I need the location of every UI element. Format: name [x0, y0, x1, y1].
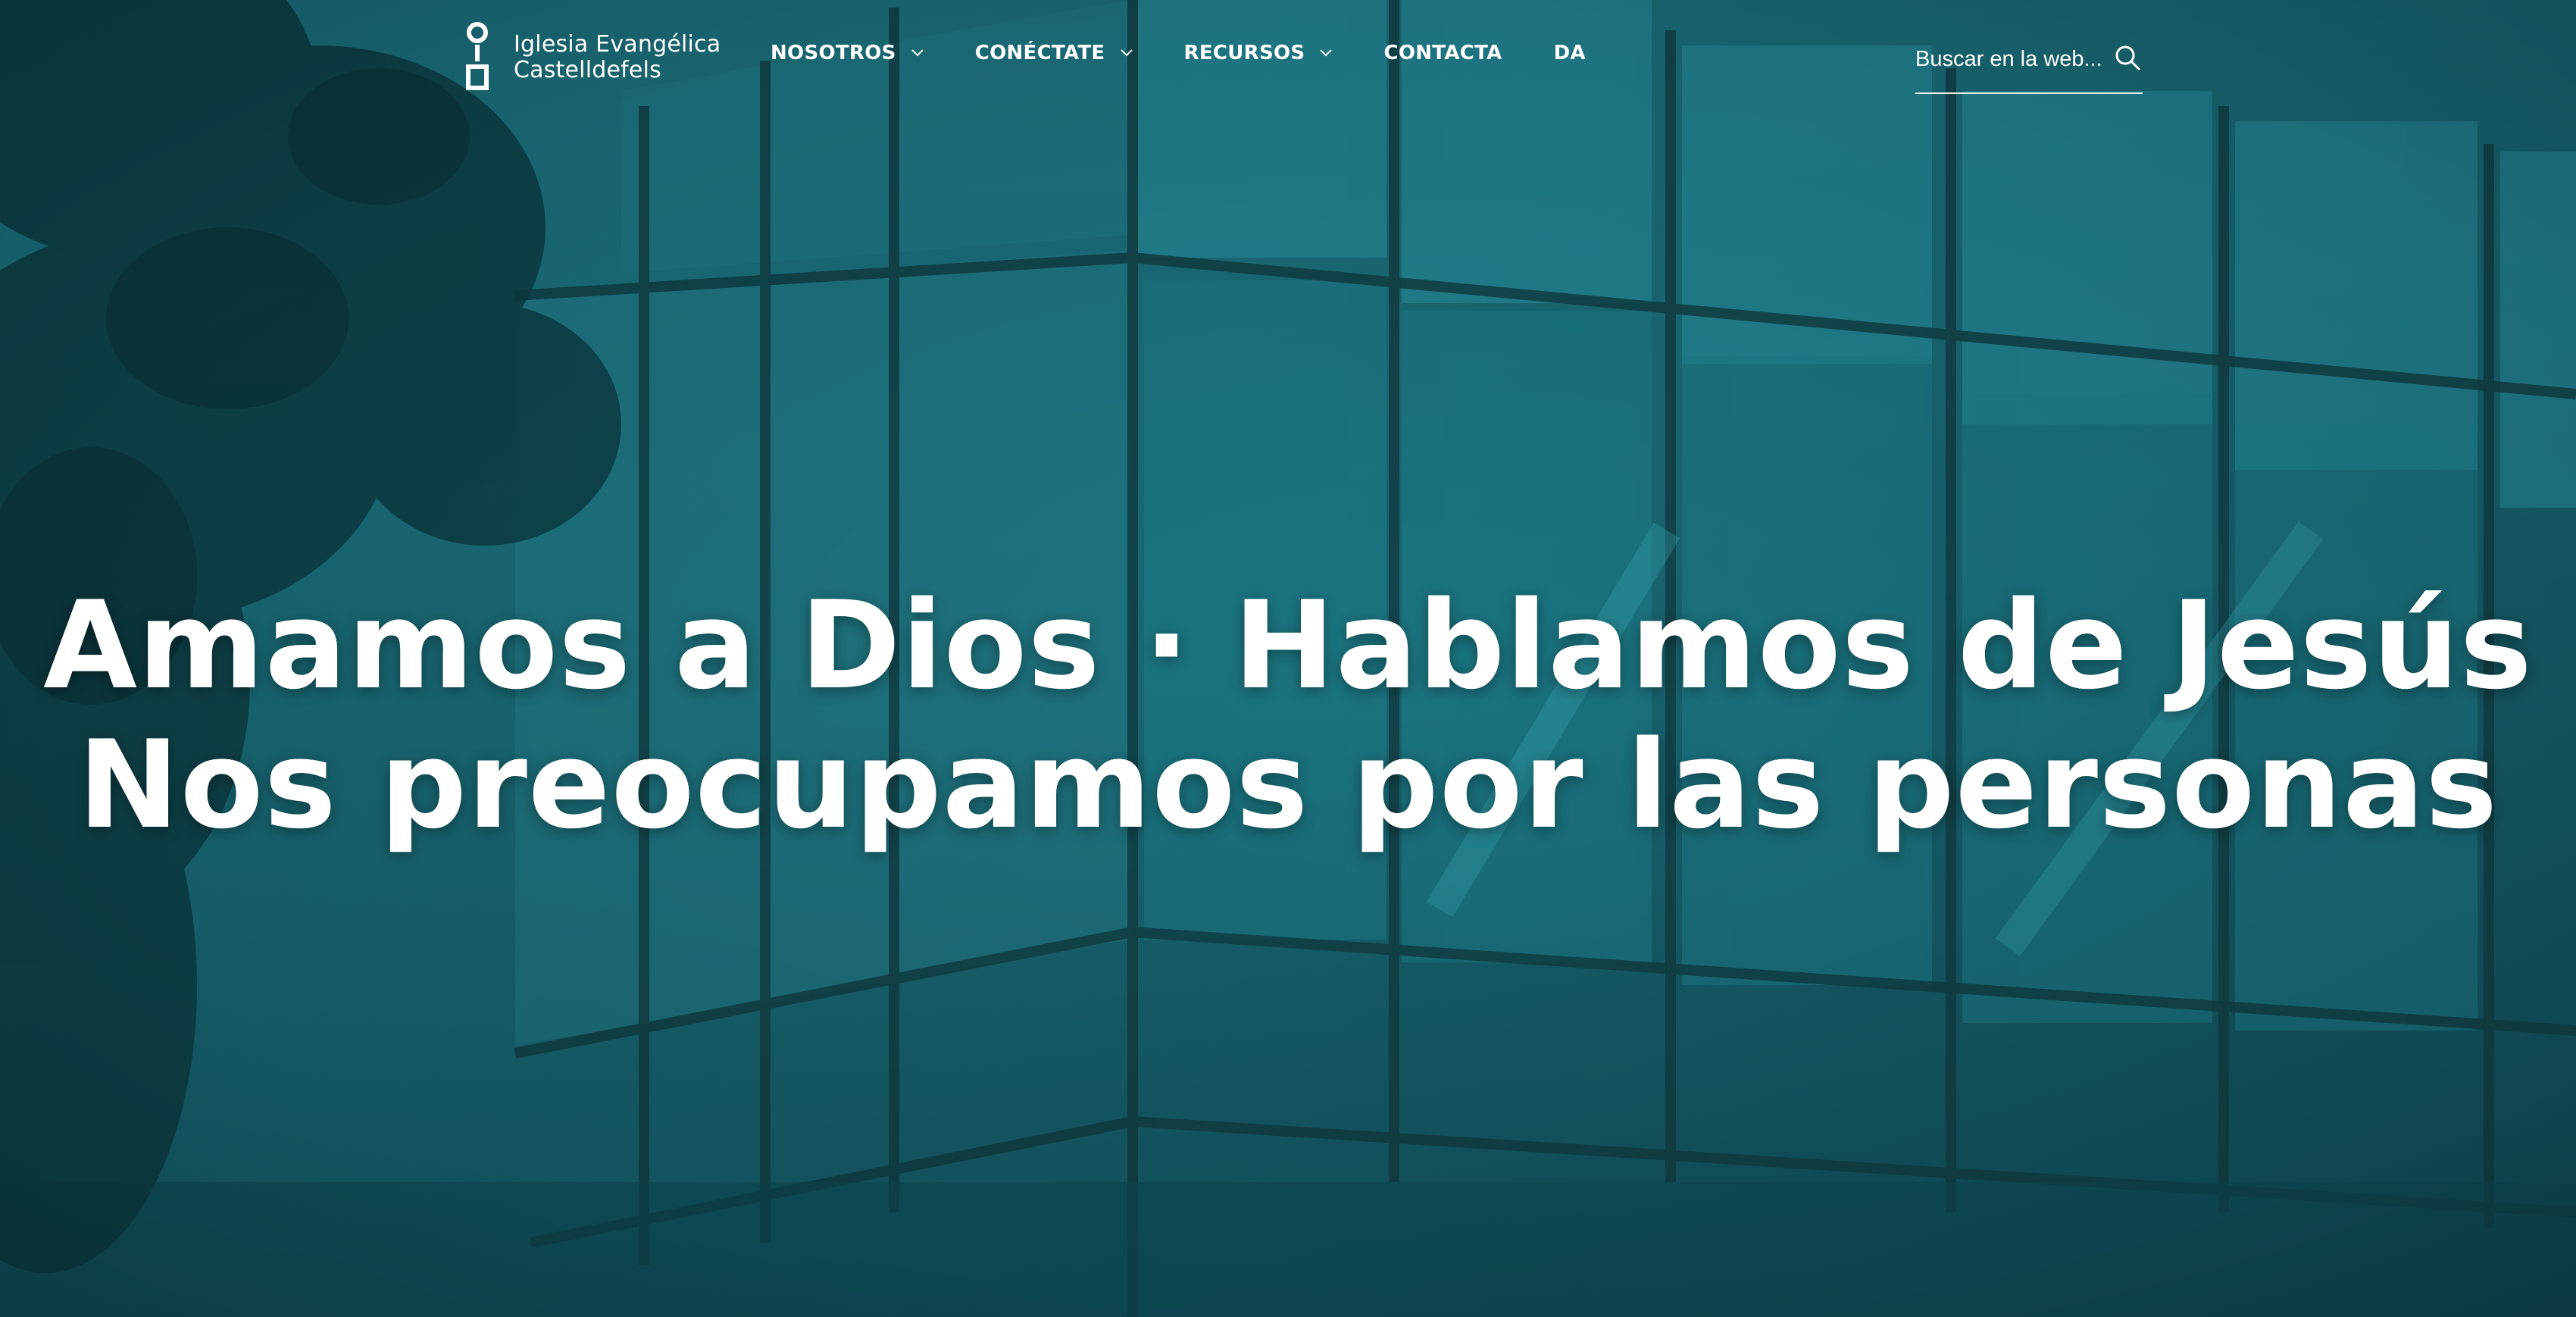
- nav-item-nosotros[interactable]: NOSOTROS: [771, 42, 924, 64]
- site-name: Iglesia Evangélica Castelldefels: [514, 32, 721, 83]
- nav-item-recursos[interactable]: RECURSOS: [1184, 42, 1333, 64]
- search-icon[interactable]: [2114, 44, 2141, 71]
- chevron-down-icon: [1320, 49, 1333, 57]
- nav-item-label: CONTACTA: [1383, 42, 1502, 64]
- nav-item-label: CONÉCTATE: [974, 42, 1105, 64]
- nav-item-contacta[interactable]: CONTACTA: [1383, 42, 1502, 64]
- chevron-down-icon: [1120, 49, 1133, 57]
- search-box: [1915, 39, 2143, 94]
- nav-item-conectate[interactable]: CONÉCTATE: [975, 42, 1133, 64]
- hero-headline: Amamos a Dios · Hablamos de Jesús Nos pr…: [0, 576, 2576, 855]
- site-name-line2: Castelldefels: [514, 57, 661, 83]
- main-navigation: NOSOTROS CONÉCTATE RECURSOS CONTACTA DA: [771, 42, 1586, 64]
- search-input[interactable]: [1915, 42, 2105, 76]
- site-logo[interactable]: Iglesia Evangélica Castelldefels: [464, 20, 721, 95]
- chevron-down-icon: [911, 49, 924, 57]
- site-name-line1: Iglesia Evangélica: [514, 31, 721, 58]
- hero-headline-line2: Nos preocupamos por las personas: [77, 714, 2499, 856]
- hero-section: Iglesia Evangélica Castelldefels NOSOTRO…: [0, 0, 2576, 1317]
- church-logo-icon: [466, 22, 489, 90]
- nav-item-da[interactable]: DA: [1554, 42, 1586, 64]
- nav-item-label: RECURSOS: [1183, 42, 1305, 64]
- hero-headline-line1: Amamos a Dios · Hablamos de Jesús: [43, 574, 2533, 716]
- nav-item-label: NOSOTROS: [771, 42, 896, 64]
- nav-item-label: DA: [1553, 42, 1586, 64]
